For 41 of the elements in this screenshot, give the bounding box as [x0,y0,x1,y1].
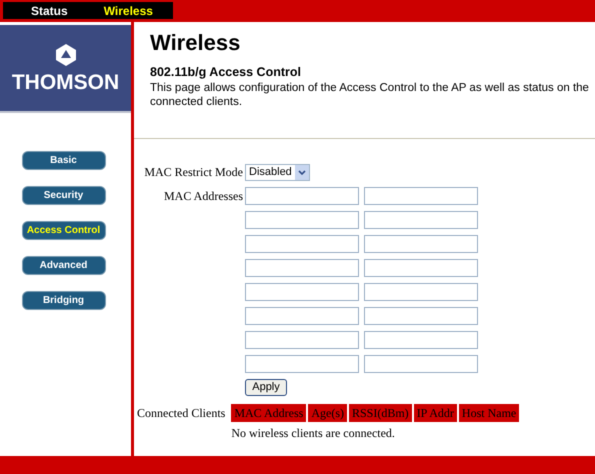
mac-address-field[interactable] [364,259,478,277]
mac-address-field[interactable] [364,331,478,349]
sidebar-button[interactable]: Security [22,186,106,205]
mac-address-field[interactable] [245,259,359,277]
mac-address-field[interactable] [364,235,478,253]
mac-address-field[interactable] [245,187,359,205]
mac-address-field[interactable] [245,211,359,229]
sidebar-button[interactable]: Bridging [22,291,106,310]
top-tab[interactable]: Status [31,4,68,16]
mac-address-field[interactable] [364,355,478,373]
mac-address-field[interactable] [364,187,478,205]
page-subtitle: 802.11b/g Access Control [150,65,302,81]
sidebar-button[interactable]: Advanced [22,256,106,275]
apply-button[interactable]: Apply [245,379,287,396]
mac-address-field[interactable] [245,235,359,253]
column-header: MAC Address [231,404,306,422]
empty-message: No wireless clients are connected. [231,425,396,442]
dropdown-value: Disabled [248,164,293,180]
mac-address-field[interactable] [245,331,359,349]
sidebar-button[interactable]: Basic [22,151,106,170]
mac-address-field[interactable] [245,283,359,301]
mac-address-field[interactable] [245,307,359,325]
chevron-down-icon [294,164,309,180]
mac-address-field[interactable] [364,211,478,229]
logo-text: THOMSON [12,72,120,92]
top-tab[interactable]: Wireless [104,4,153,16]
connected-clients-label: Connected Clients [137,405,226,422]
page-title: Wireless [150,32,242,54]
logo-icon [56,44,76,66]
sidebar-button[interactable]: Access Control [22,221,106,240]
column-header: RSSI(dBm) [349,404,412,422]
mac-address-field[interactable] [364,307,478,325]
mac-address-field[interactable] [364,283,478,301]
column-header: Age(s) [308,404,347,422]
restrict-mode-dropdown[interactable]: Disabled [245,164,310,180]
mac-address-field[interactable] [245,355,359,373]
page-description: This page allows configuration of the Access Control to the AP as well as status on the connected clients. [150,80,590,109]
restrict-mode-label: MAC Restrict Mode [143,164,243,181]
column-header: IP Addr [414,404,457,422]
mac-addresses-label: MAC Addresses [162,188,243,205]
column-header: Host Name [458,404,520,422]
